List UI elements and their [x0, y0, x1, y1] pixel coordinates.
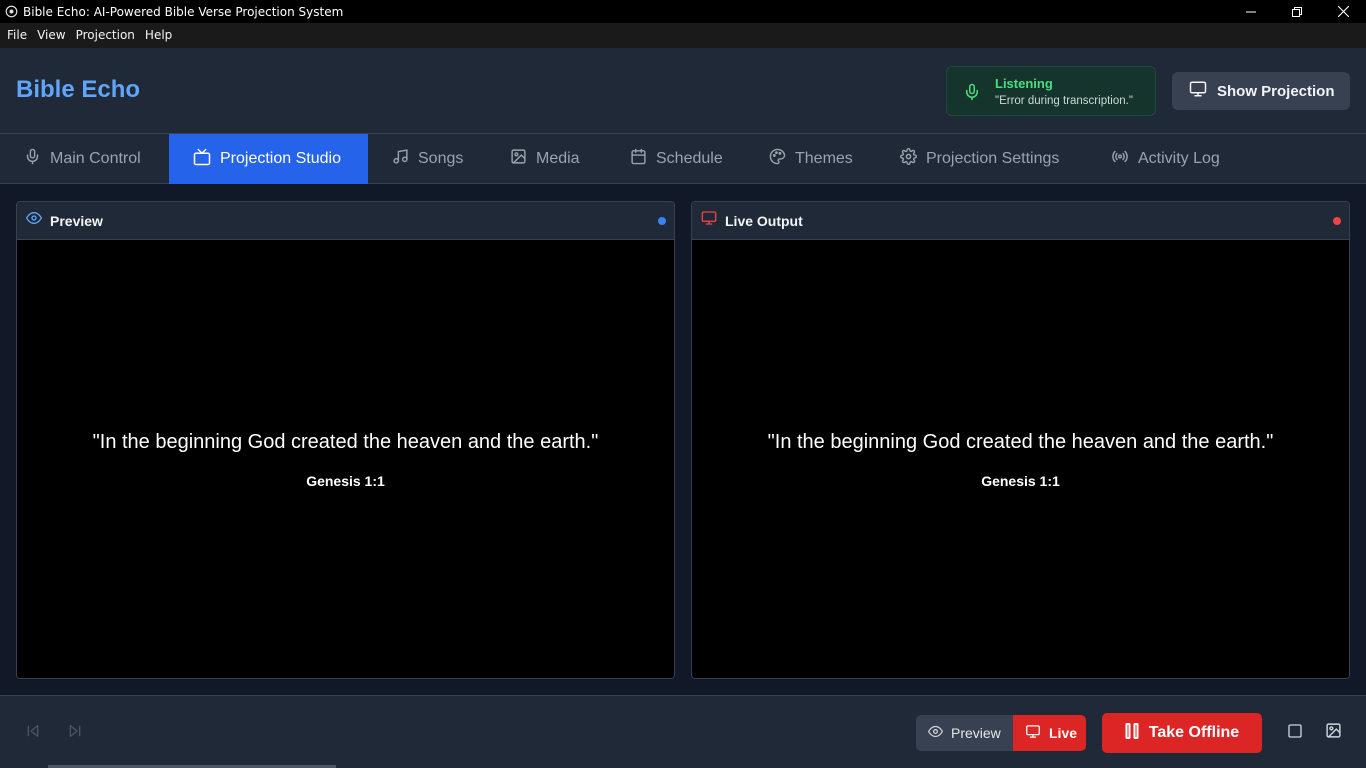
preview-panel-title: Preview [50, 212, 103, 229]
tab-label: Themes [795, 150, 853, 167]
image-icon [510, 148, 527, 170]
preview-mode-button[interactable]: Preview [916, 715, 1013, 751]
close-window-button[interactable] [1320, 0, 1366, 23]
preview-indicator-dot [658, 217, 666, 225]
live-screen[interactable]: "In the beginning God created the heaven… [692, 240, 1349, 678]
tab-label: Activity Log [1138, 150, 1220, 167]
preview-screen[interactable]: "In the beginning God created the heaven… [17, 240, 674, 678]
tab-label: Projection Settings [926, 150, 1060, 167]
control-bar: Preview Live Take Offline [0, 695, 1366, 768]
tab-media[interactable]: Media [486, 134, 606, 184]
calendar-icon [630, 148, 647, 170]
previous-button[interactable] [24, 724, 42, 742]
live-mode-label: Live [1049, 725, 1078, 741]
tab-main-control[interactable]: Main Control [0, 134, 169, 184]
music-icon [392, 148, 409, 170]
eye-icon [927, 724, 944, 742]
take-offline-label: Take Offline [1148, 724, 1240, 741]
live-panel-header: Live Output [692, 202, 1349, 240]
tab-activity-log[interactable]: Activity Log [1087, 134, 1247, 184]
preview-mode-label: Preview [951, 725, 1001, 741]
blank-screen-button[interactable] [1286, 723, 1304, 744]
mic-icon [963, 82, 981, 107]
live-verse-text: "In the beginning God created the heaven… [767, 431, 1274, 453]
take-offline-button[interactable]: Take Offline [1102, 713, 1262, 753]
tab-label: Projection Studio [220, 150, 341, 167]
menu-view[interactable]: View [32, 23, 70, 48]
broadcast-icon [1111, 148, 1129, 170]
background-image-button[interactable] [1324, 722, 1342, 744]
skip-back-icon [25, 723, 41, 744]
skip-forward-icon [67, 723, 83, 744]
status-title: Listening [995, 76, 1053, 91]
live-mode-button[interactable]: Live [1013, 715, 1086, 751]
preview-verse-text: "In the beginning God created the heaven… [92, 431, 599, 453]
menu-help[interactable]: Help [140, 23, 177, 48]
menu-bar: File View Projection Help [0, 23, 1366, 48]
show-projection-label: Show Projection [1217, 82, 1335, 100]
live-indicator-dot [1333, 217, 1341, 225]
monitor-icon [1025, 724, 1041, 742]
app-icon [4, 5, 18, 19]
palette-icon [769, 148, 786, 170]
live-output-panel: Live Output "In the beginning God create… [691, 201, 1350, 679]
eye-icon [25, 210, 43, 231]
menu-projection[interactable]: Projection [71, 23, 140, 48]
preview-panel-header: Preview [17, 202, 674, 240]
app-header: Bible Echo Listening "Error during trans… [0, 48, 1366, 134]
show-projection-button[interactable]: Show Projection [1172, 72, 1350, 110]
tv-icon [193, 148, 211, 171]
status-message: "Error during transcription." [995, 95, 1133, 107]
tab-bar: Main Control Projection Studio Songs Med… [0, 134, 1366, 184]
mic-icon [24, 148, 41, 170]
minimize-button[interactable] [1228, 0, 1274, 23]
tab-projection-studio[interactable]: Projection Studio [169, 134, 368, 184]
window-title: Bible Echo: AI-Powered Bible Verse Proje… [23, 4, 344, 19]
window-controls [1228, 0, 1366, 23]
tab-songs[interactable]: Songs [368, 134, 486, 184]
tab-label: Schedule [656, 150, 723, 167]
mode-toggle: Preview Live [916, 715, 1086, 751]
monitor-icon [1188, 80, 1208, 103]
tab-label: Main Control [50, 150, 141, 167]
brand-title: Bible Echo [16, 76, 141, 103]
live-panel-title: Live Output [725, 212, 803, 229]
preview-verse-reference: Genesis 1:1 [306, 473, 385, 489]
tab-schedule[interactable]: Schedule [606, 134, 745, 184]
restore-button[interactable] [1274, 0, 1320, 23]
listening-status: Listening "Error during transcription." [946, 66, 1156, 116]
image-icon [1325, 722, 1342, 744]
square-icon [1287, 723, 1303, 744]
preview-panel: Preview "In the beginning God created th… [16, 201, 675, 679]
monitor-icon [701, 210, 717, 231]
window-titlebar: Bible Echo: AI-Powered Bible Verse Proje… [0, 0, 1366, 23]
tab-label: Songs [418, 150, 464, 167]
live-verse-reference: Genesis 1:1 [981, 473, 1060, 489]
pause-icon [1125, 722, 1139, 744]
gear-icon [900, 148, 917, 170]
next-button[interactable] [66, 724, 84, 742]
tab-themes[interactable]: Themes [745, 134, 876, 184]
menu-file[interactable]: File [2, 23, 32, 48]
tab-projection-settings[interactable]: Projection Settings [876, 134, 1087, 184]
tab-label: Media [536, 150, 580, 167]
